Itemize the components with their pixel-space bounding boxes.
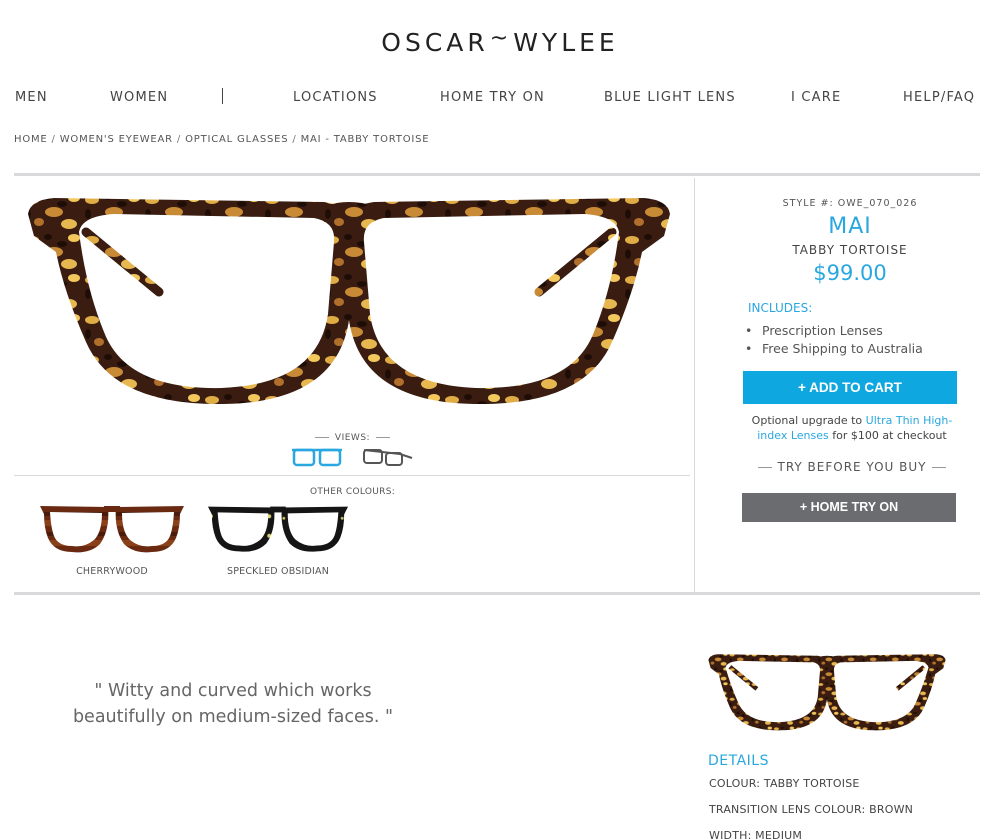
detail-transition-lens-colour: TRANSITION LENS COLOUR: BROWN (709, 803, 914, 816)
breadcrumb: HOME / WOMEN'S EYEWEAR / OPTICAL GLASSES / MAI… (14, 134, 429, 145)
variant-speckled-obsidian-image (207, 506, 349, 552)
upgrade-note-prefix: Optional upgrade to (751, 414, 866, 427)
breadcrumb-optical-glasses[interactable]: OPTICAL GLASSES (185, 134, 288, 145)
product-main-image[interactable] (24, 192, 674, 414)
variant-cherrywood-label: CHERRYWOOD (76, 566, 148, 577)
try-before-text: TRY BEFORE YOU BUY (777, 460, 927, 474)
breadcrumb-home[interactable]: HOME (14, 134, 48, 145)
nav-help-faq[interactable]: HELP/FAQ (903, 90, 975, 105)
nav-women[interactable]: WOMEN (110, 90, 168, 105)
nav-blue-light-lens[interactable]: BLUE LIGHT LENS (604, 90, 736, 105)
upgrade-note: Optional upgrade to Ultra Thin High-inde… (740, 413, 964, 443)
view-front-thumbnail[interactable] (290, 444, 344, 470)
home-try-on-button[interactable]: + HOME TRY ON (742, 493, 956, 522)
brand-logo-right: WYLEE (513, 28, 619, 57)
product-name: MAI (828, 214, 872, 239)
section-divider-top (14, 173, 980, 176)
upgrade-note-suffix: for $100 at checkout (828, 429, 947, 442)
variant-speckled-obsidian-label: SPECKLED OBSIDIAN (226, 566, 330, 577)
main-nav: MEN WOMEN LOCATIONS HOME TRY ON BLUE LIG… (0, 88, 1000, 110)
product-info-panel: STYLE #: OWE_070_026 MAI TABBY TORTOISE … (700, 198, 1000, 285)
breadcrumb-separator: / (292, 134, 297, 145)
views-label-text: VIEWS: (334, 433, 371, 443)
nav-home-try-on[interactable]: HOME TRY ON (440, 90, 545, 105)
variant-cherrywood[interactable]: CHERRYWOOD (32, 500, 192, 577)
product-price: $99.00 (813, 261, 887, 285)
views-dash-right (376, 437, 391, 438)
brand-logo-left: OSCAR (381, 28, 489, 57)
detail-width: WIDTH: MEDIUM (709, 829, 803, 840)
style-number: STYLE #: OWE_070_026 (782, 198, 918, 209)
breadcrumb-separator: / (176, 134, 182, 145)
breadcrumb-current: MAI - TABBY TORTOISE (300, 134, 430, 145)
nav-locations[interactable]: LOCATIONS (293, 90, 378, 105)
panel-divider (694, 178, 695, 592)
product-detail-image (708, 654, 946, 731)
nav-i-care[interactable]: I CARE (791, 90, 841, 105)
variant-speckled-obsidian[interactable]: SPECKLED OBSIDIAN (198, 500, 358, 577)
views-dash-left (314, 437, 329, 438)
nav-divider (222, 88, 223, 104)
view-side-thumbnail[interactable] (360, 444, 414, 470)
try-dash-right (931, 467, 946, 468)
try-dash-left (758, 467, 773, 468)
variant-cherrywood-image (40, 506, 184, 553)
product-quote: " Witty and curved which works beautiful… (72, 681, 394, 727)
section-divider-bottom (14, 592, 980, 595)
try-before-you-buy-heading: TRY BEFORE YOU BUY (740, 460, 964, 474)
includes-item: Prescription Lenses (745, 322, 923, 340)
nav-men[interactable]: MEN (15, 90, 48, 105)
details-heading: DETAILS (708, 753, 769, 769)
detail-colour: COLOUR: TABBY TORTOISE (709, 777, 860, 790)
includes-item: Free Shipping to Australia (745, 340, 923, 358)
breadcrumb-womens-eyewear[interactable]: WOMEN'S EYEWEAR (60, 134, 173, 145)
views-label: VIEWS: (0, 433, 705, 443)
other-colours-label: OTHER COLOURS: (309, 487, 396, 497)
includes-label: INCLUDES: (748, 301, 813, 315)
add-to-cart-button[interactable]: + ADD TO CART (743, 371, 957, 404)
breadcrumb-separator: / (51, 134, 56, 145)
brand-logo[interactable]: OSCAR~WYLEE (0, 26, 1000, 57)
brand-logo-mark: ~ (489, 26, 513, 51)
includes-list: Prescription Lenses Free Shipping to Aus… (745, 322, 923, 357)
gallery-divider (14, 475, 690, 476)
product-colour: TABBY TORTOISE (792, 243, 908, 257)
